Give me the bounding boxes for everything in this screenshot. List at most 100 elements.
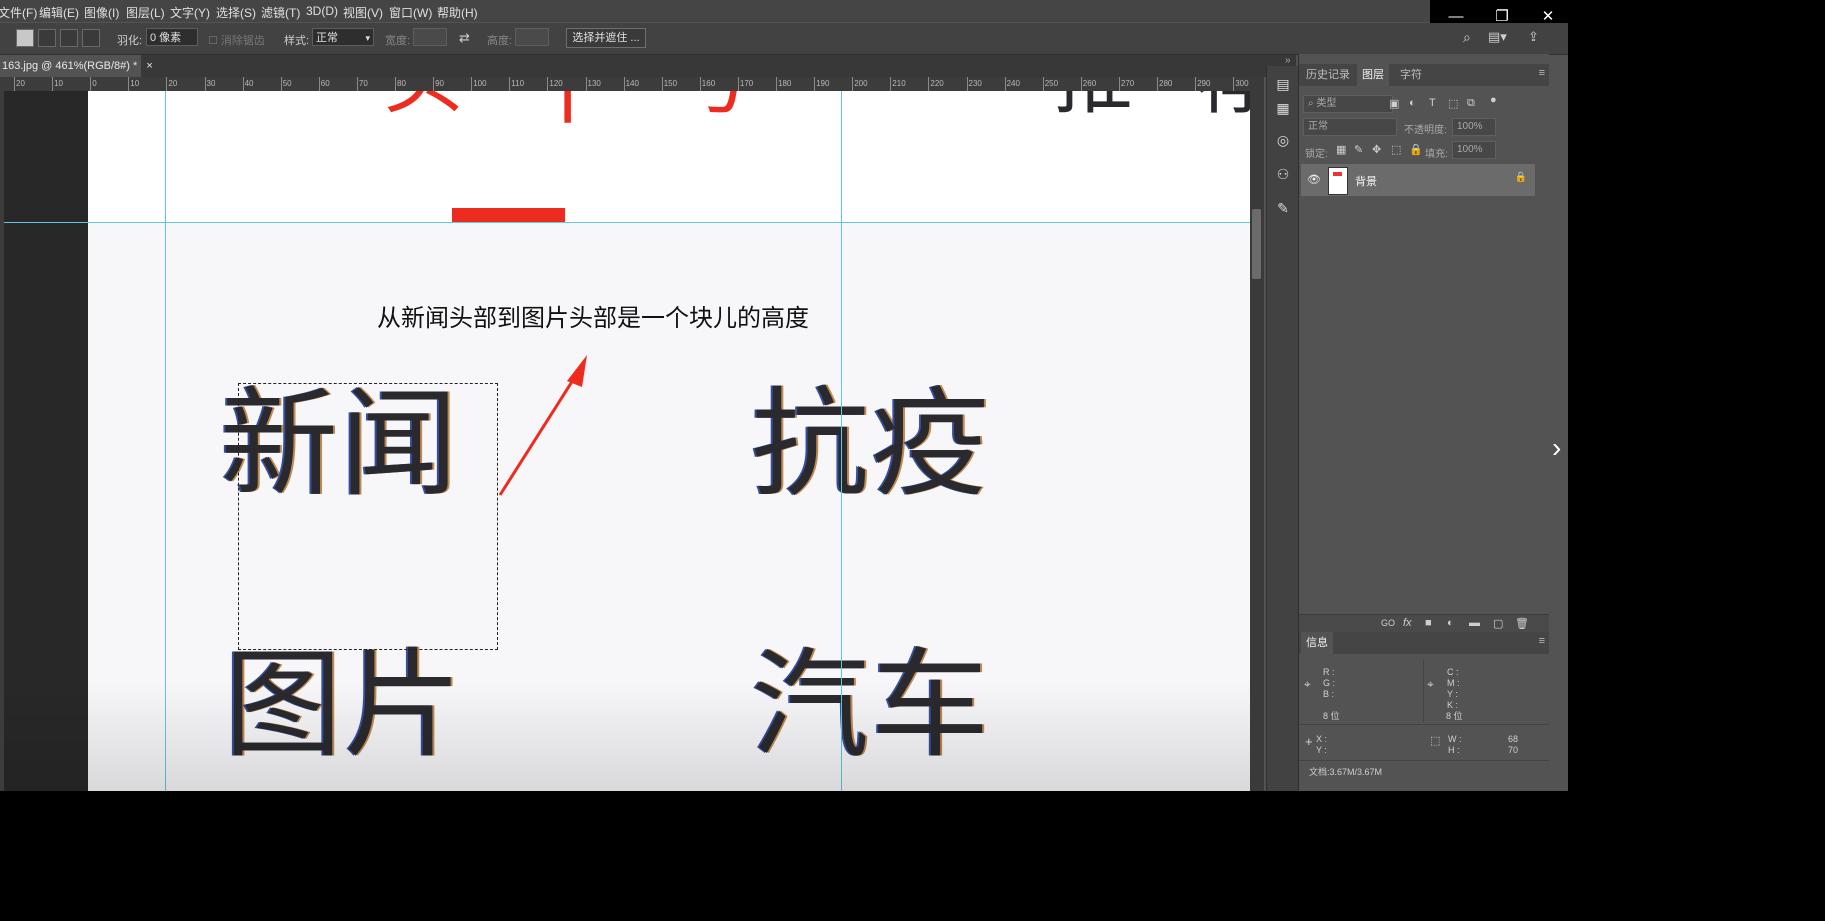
ruler-tick-label: 220 [928, 77, 944, 91]
info-divider [1423, 660, 1424, 722]
subtract-selection-icon[interactable] [60, 29, 78, 47]
ruler-tick-label: 110 [509, 77, 525, 91]
lock-all-icon[interactable]: 🔒 [1409, 143, 1423, 156]
ruler-tick-label: 180 [775, 77, 792, 91]
feather-input[interactable]: 0 像素 [146, 28, 198, 46]
menu-file[interactable]: 文件(F) [0, 4, 37, 21]
blend-mode-select[interactable]: 正常 [1303, 118, 1397, 136]
ruler-tick-label: 200 [852, 77, 868, 91]
panel-tabs: 历史记录 图层 字符 ≡ [1299, 64, 1549, 86]
lock-position-icon[interactable]: ✥ [1372, 143, 1381, 156]
vertical-scrollbar[interactable] [1250, 77, 1264, 791]
guide-vertical[interactable] [841, 91, 842, 791]
new-selection-icon[interactable] [16, 29, 34, 47]
swap-icon[interactable]: ⇄ [459, 30, 470, 46]
filter-type-icon[interactable]: T [1429, 97, 1436, 109]
layer-name[interactable]: 背景 [1355, 173, 1377, 189]
workspace-icon[interactable]: ▤▾ [1488, 29, 1507, 45]
arrow-shaft [498, 368, 582, 496]
red-arrow [498, 355, 587, 496]
menu-edit[interactable]: 编辑(E) [39, 4, 79, 21]
fx-icon[interactable]: fx [1403, 617, 1412, 629]
brush-panel-icon[interactable]: ✎ [1275, 200, 1291, 216]
cmyk-labels: C : M : Y : K : [1447, 667, 1460, 710]
style-select[interactable]: 正常 ▾ [312, 28, 374, 46]
adjustments-panel-icon[interactable]: ◎ [1275, 132, 1291, 148]
lock-artboard-icon[interactable]: ⬚ [1391, 143, 1401, 156]
document-canvas[interactable]: 头 | 号 推 荐 从新闻头部到图片头部是一个块儿的高度 新闻 抗疫 图片 汽车 [88, 91, 1250, 791]
tab-character[interactable]: 字符 [1395, 64, 1427, 86]
info-menu-icon[interactable]: ≡ [1539, 635, 1545, 647]
bits-left: 8 位 [1323, 711, 1340, 721]
guide-vertical[interactable] [165, 91, 166, 791]
tab-close-icon[interactable]: × [146, 60, 152, 72]
menu-3d[interactable]: 3D(D) [306, 4, 338, 18]
document-tab[interactable]: 163.jpg @ 461%(RGB/8#) * × [0, 55, 153, 77]
filter-pixel-icon[interactable]: ▣ [1389, 97, 1399, 110]
ruler-tick-label: 10 [52, 77, 63, 91]
menu-help[interactable]: 帮助(H) [437, 4, 478, 21]
opacity-label: 不透明度: [1404, 125, 1447, 136]
tab-history[interactable]: 历史记录 [1301, 64, 1355, 86]
layer-row[interactable]: 👁 背景 🔒 [1301, 164, 1535, 196]
lock-icon: 🔒 [1514, 172, 1527, 183]
menu-image[interactable]: 图像(I) [84, 4, 119, 21]
menu-layer[interactable]: 图层(L) [126, 4, 165, 21]
ruler-tick-label: 150 [661, 77, 678, 91]
ruler-tick-label: 230 [966, 77, 982, 91]
link-layers-icon[interactable]: GO [1381, 618, 1395, 628]
panel-menu-icon[interactable]: ≡ [1539, 67, 1545, 79]
ruler-tick-label: 0 [89, 77, 97, 91]
add-selection-icon[interactable] [38, 29, 56, 47]
lock-transparent-icon[interactable]: ▦ [1336, 143, 1346, 156]
ruler-tick-label: 240 [1004, 77, 1020, 91]
menu-view[interactable]: 视图(V) [343, 4, 383, 21]
width-input[interactable] [413, 28, 447, 46]
delete-layer-icon[interactable]: 🗑 [1515, 617, 1529, 630]
share-icon[interactable]: ⇪ [1528, 29, 1539, 45]
fill-input[interactable]: 100% [1452, 141, 1496, 159]
guide-horizontal[interactable] [4, 222, 1250, 223]
menu-filter[interactable]: 滤镜(T) [261, 4, 300, 21]
ruler-tick-label: 260 [1080, 77, 1097, 91]
history-panel-icon[interactable]: ▤ [1275, 76, 1291, 92]
ruler-tick-label: 40 [242, 77, 254, 91]
document-size: 文档:3.67M/3.67M [1309, 767, 1383, 777]
width-label: 宽度: [385, 35, 411, 47]
filter-smart-icon[interactable]: ⧉ [1467, 97, 1475, 110]
height-label: 高度: [487, 35, 513, 47]
menu-select[interactable]: 选择(S) [216, 4, 256, 21]
tab-info[interactable]: 信息 [1301, 632, 1333, 654]
add-mask-icon[interactable]: ■ [1425, 617, 1432, 629]
menu-type[interactable]: 文字(Y) [170, 4, 210, 21]
collapse-panels-icon[interactable]: » [1285, 55, 1291, 66]
height-input[interactable] [515, 28, 549, 46]
ruler-tick-label: 140 [623, 77, 639, 91]
tab-layers[interactable]: 图层 [1357, 64, 1389, 86]
layer-filter-select[interactable]: ⌕ 类型 [1303, 95, 1393, 113]
intersect-selection-icon[interactable] [82, 29, 100, 47]
ruler-tick-label: 130 [585, 77, 601, 91]
ruler-tick-label: 100 [471, 77, 487, 91]
ruler-tick-label: 160 [699, 77, 716, 91]
new-group-icon[interactable]: ▬ [1469, 617, 1480, 629]
new-layer-icon[interactable]: ▢ [1493, 617, 1503, 630]
select-and-mask-button[interactable]: 选择并遮住 ... [566, 28, 646, 48]
filter-toggle-icon[interactable]: ● [1490, 94, 1497, 106]
ruler-tick-label: 170 [737, 77, 754, 91]
styles-panel-icon[interactable]: ⚇ [1275, 166, 1291, 182]
search-icon[interactable]: ⌕ [1463, 29, 1471, 46]
filter-adjust-icon[interactable]: ◐ [1409, 97, 1416, 109]
scrollbar-thumb[interactable] [1252, 209, 1261, 279]
lock-image-icon[interactable]: ✎ [1354, 143, 1363, 156]
new-adjustment-icon[interactable]: ◐ [1447, 617, 1454, 629]
chevron-right-icon[interactable]: › [1552, 430, 1568, 466]
properties-panel-icon[interactable]: ▦ [1275, 100, 1291, 116]
ruler-tick-label: 70 [356, 77, 368, 91]
antialias-checkbox[interactable]: ☐ 消除锯齿 [208, 32, 265, 48]
menu-window[interactable]: 窗口(W) [389, 4, 432, 21]
canvas-area[interactable]: 头 | 号 推 荐 从新闻头部到图片头部是一个块儿的高度 新闻 抗疫 图片 汽车 [4, 91, 1250, 791]
eye-icon[interactable]: 👁 [1307, 173, 1321, 186]
opacity-input[interactable]: 100% [1452, 118, 1496, 136]
filter-shape-icon[interactable]: ⬚ [1448, 97, 1458, 110]
